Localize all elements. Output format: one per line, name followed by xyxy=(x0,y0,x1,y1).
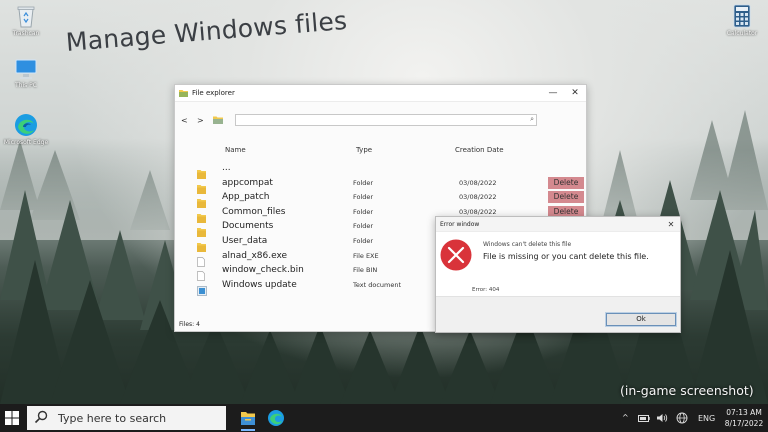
file-type: Folder xyxy=(353,237,374,245)
desktop-icon-calculator[interactable]: Calculator xyxy=(718,4,766,37)
text-document-icon xyxy=(197,281,207,300)
error-dialog[interactable]: Error window ✕ Windows can't delete this… xyxy=(435,216,681,333)
tray-chevron-up-icon[interactable]: ^ xyxy=(622,413,629,422)
file-name: Windows update xyxy=(222,279,297,290)
desktop-icon-trashcan[interactable]: Trashcan xyxy=(2,4,50,37)
file-name: window_check.bin xyxy=(222,265,304,276)
file-type: File BIN xyxy=(353,266,378,275)
close-button[interactable]: ✕ xyxy=(564,85,586,102)
in-game-screenshot-note: (in-game screenshot) xyxy=(620,383,754,398)
clock-time: 07:13 AM xyxy=(726,408,762,417)
file-date: 03/08/2022 xyxy=(459,207,497,216)
taskbar: Type here to search ^ ENG 07:13 AM 8/17/… xyxy=(0,404,768,432)
taskbar-file-explorer[interactable] xyxy=(236,408,260,431)
language-indicator[interactable]: ENG xyxy=(698,414,715,423)
error-icon xyxy=(440,239,472,271)
file-date: 03/08/2022 xyxy=(459,178,497,187)
desktop-icon-label: This PC xyxy=(15,82,37,89)
file-type: Folder xyxy=(353,222,374,231)
calculator-icon xyxy=(733,4,751,28)
folder-icon xyxy=(213,116,223,124)
delete-button[interactable]: Delete xyxy=(548,176,584,189)
file-row[interactable]: appcompat Folder 03/08/2022 Delete xyxy=(175,176,586,194)
column-header-type[interactable]: Type xyxy=(356,146,372,154)
taskbar-clock[interactable]: 07:13 AM 8/17/2022 xyxy=(720,407,768,429)
file-explorer-icon xyxy=(241,412,255,425)
minimize-button[interactable]: — xyxy=(542,85,564,102)
error-titlebar[interactable]: Error window ✕ xyxy=(436,217,680,232)
file-name: appcompat xyxy=(222,177,273,188)
back-button[interactable]: < xyxy=(181,116,197,125)
file-row[interactable]: App_patch Folder 03/08/2022 Delete xyxy=(175,191,586,209)
battery-icon[interactable] xyxy=(638,415,650,422)
desktop-icon-label: Trashcan xyxy=(12,30,40,37)
file-name: ... xyxy=(222,163,231,173)
error-footer: Ok xyxy=(436,296,680,332)
file-type: Folder xyxy=(353,193,374,202)
delete-button[interactable]: Delete xyxy=(548,191,584,204)
error-heading: Windows can't delete this file xyxy=(483,241,572,248)
search-icon[interactable]: ⌕ xyxy=(530,115,534,124)
explorer-titlebar[interactable]: File explorer — ✕ xyxy=(175,85,586,102)
file-row[interactable]: ... xyxy=(175,162,586,179)
status-bar: Files: 4 xyxy=(179,321,200,328)
file-type: Text document xyxy=(353,280,402,289)
monitor-icon xyxy=(15,59,37,79)
desktop-icon-label: Microsoft Edge xyxy=(3,139,49,146)
address-input[interactable]: ⌕ xyxy=(235,114,537,126)
search-icon xyxy=(34,410,48,424)
taskbar-search-box[interactable]: Type here to search xyxy=(27,406,226,430)
error-message: File is missing or you cant delete this … xyxy=(483,252,649,261)
file-name: Common_files xyxy=(222,206,286,217)
address-bar: < > ⌕ xyxy=(175,110,586,130)
search-placeholder: Type here to search xyxy=(58,412,167,425)
folder-icon xyxy=(179,90,188,97)
error-title: Error window xyxy=(440,220,480,228)
column-header-name[interactable]: Name xyxy=(225,146,246,154)
file-type: Folder xyxy=(353,178,374,187)
file-name: App_patch xyxy=(222,192,270,203)
recycle-bin-icon xyxy=(17,6,35,28)
edge-icon xyxy=(268,410,284,426)
file-type: Folder xyxy=(353,207,374,216)
desktop-icon-this-pc[interactable]: This PC xyxy=(2,58,50,89)
volume-icon[interactable] xyxy=(656,413,668,423)
ok-button[interactable]: Ok xyxy=(605,312,677,327)
windows-start-icon[interactable] xyxy=(5,411,19,425)
desktop-icon-label: Calculator xyxy=(726,30,758,37)
file-name: alnad_x86.exe xyxy=(222,250,288,261)
explorer-title: File explorer xyxy=(192,89,235,97)
column-header-date[interactable]: Creation Date xyxy=(455,146,504,154)
edge-icon xyxy=(15,114,37,136)
clock-date: 8/17/2022 xyxy=(724,419,764,428)
desktop-icon-edge[interactable]: Microsoft Edge xyxy=(2,113,50,146)
file-date: 03/08/2022 xyxy=(459,193,497,202)
network-globe-icon[interactable] xyxy=(676,412,688,424)
file-name: Documents xyxy=(222,221,274,232)
taskbar-edge[interactable] xyxy=(264,408,288,430)
error-code: Error: 404 xyxy=(472,287,500,293)
error-close-button[interactable]: ✕ xyxy=(662,217,680,232)
file-name: User_data xyxy=(222,236,268,246)
file-type: File EXE xyxy=(353,251,379,260)
forward-button[interactable]: > xyxy=(197,116,213,125)
